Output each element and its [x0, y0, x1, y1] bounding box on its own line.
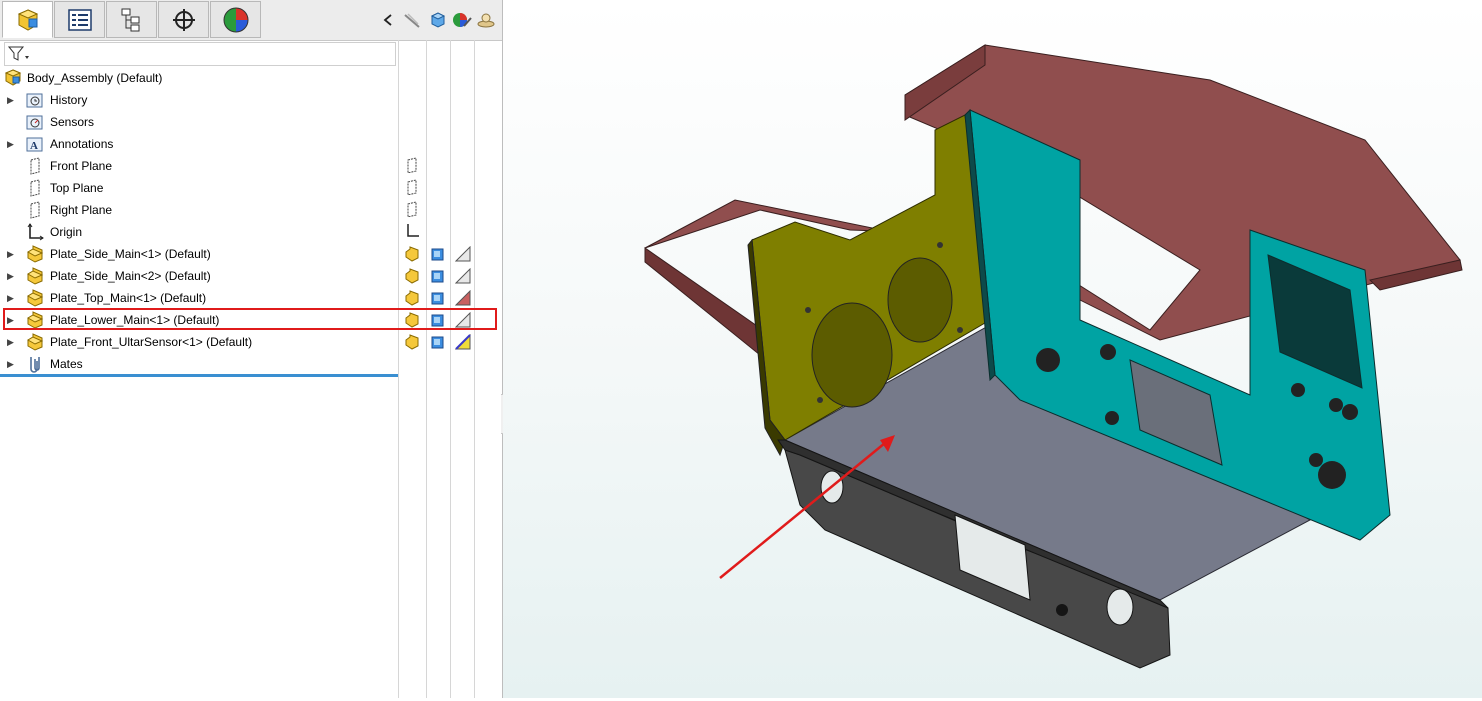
mates-icon [30, 357, 40, 373]
scene-icon[interactable] [476, 10, 496, 30]
expand-arrow-icon[interactable]: ▶ [7, 293, 17, 304]
graphics-viewport[interactable] [503, 0, 1482, 698]
part-icon [27, 333, 44, 351]
tree-item-top-plane[interactable]: Top Plane [0, 177, 398, 199]
display-state-icon[interactable] [430, 246, 446, 262]
expand-arrow-icon[interactable]: ▶ [7, 249, 17, 260]
tree-item-label: Right Plane [50, 203, 113, 217]
expand-arrow-icon[interactable]: ▶ [7, 337, 17, 348]
tree-item-label: Plate_Side_Main<2> (Default) [50, 269, 211, 283]
assembly-model[interactable] [503, 0, 1482, 698]
tree-item-label: Mates [50, 357, 83, 371]
display-state-icon[interactable] [430, 290, 446, 306]
tree-column-extra [474, 40, 503, 698]
part-visibility-icon[interactable] [404, 246, 420, 262]
collapse-chevron-icon[interactable] [378, 10, 398, 30]
part-icon [27, 245, 44, 263]
plane-visibility-icon[interactable] [404, 157, 420, 173]
tree-item-plate-front-ultarsensor-1[interactable]: ▶ Plate_Front_UltarSensor<1> (Default) [0, 331, 398, 353]
propertymanager-tab[interactable] [54, 1, 105, 38]
tree-item-label: History [50, 93, 88, 107]
display-manager-icon [223, 7, 248, 32]
tree-item-plate-top-main-1[interactable]: ▶ Plate_Top_Main<1> (Default) [0, 287, 398, 309]
featuremanager-tab[interactable] [2, 1, 53, 38]
origin-icon [27, 223, 44, 241]
tree-item-origin[interactable]: Origin [0, 221, 398, 243]
plane-visibility-icon[interactable] [404, 201, 420, 217]
configuration-manager-icon [121, 8, 139, 31]
tree-item-annotations[interactable]: ▶ A Annotations [0, 133, 398, 155]
display-state-icon[interactable] [430, 334, 446, 350]
part-icon [27, 289, 44, 307]
part-visibility-icon[interactable] [404, 268, 420, 284]
annotations-icon: A [26, 137, 43, 152]
tree-item-label: Plate_Side_Main<1> (Default) [50, 247, 211, 261]
appearance-swatch-icon[interactable] [455, 334, 471, 350]
expand-arrow-icon[interactable]: ▶ [7, 271, 17, 282]
appearance-icon[interactable] [452, 10, 472, 30]
tree-item-label: Front Plane [50, 159, 113, 173]
tree-item-front-plane[interactable]: Front Plane [0, 155, 398, 177]
tree-column-display [426, 40, 451, 698]
tree-root-label: Body_Assembly (Default) [27, 71, 163, 85]
tree-item-label: Origin [50, 225, 83, 239]
expand-arrow-icon[interactable]: ▶ [7, 139, 17, 150]
manager-tabs [0, 0, 502, 41]
tree-column-appearance [450, 40, 475, 698]
plane-icon [30, 179, 40, 197]
tree-item-label: Top Plane [50, 181, 104, 195]
dimxpert-icon [172, 8, 195, 31]
appearance-swatch-icon[interactable] [455, 246, 471, 262]
property-manager-icon [67, 8, 92, 31]
tree-end-marker [0, 374, 398, 377]
tree-column-visibility [398, 40, 426, 698]
tree-item-label: Sensors [50, 115, 95, 129]
plane-icon [30, 201, 40, 219]
display-manager-tab[interactable] [210, 1, 261, 38]
history-icon [26, 93, 43, 108]
tree-item-label: Plate_Top_Main<1> (Default) [50, 291, 207, 305]
tree-item-sensors[interactable]: Sensors [0, 111, 398, 133]
tree-item-label: Annotations [50, 137, 114, 151]
sensors-icon [26, 115, 43, 130]
tree-item-label: Plate_Front_UltarSensor<1> (Default) [50, 335, 253, 349]
hide-show-icon[interactable] [402, 10, 422, 30]
feature-manager-icon [17, 8, 38, 31]
filter-icon[interactable] [8, 46, 30, 62]
highlight-box [3, 308, 497, 330]
part-icon [27, 267, 44, 285]
appearance-swatch-icon[interactable] [455, 290, 471, 306]
tree-item-right-plane[interactable]: Right Plane [0, 199, 398, 221]
tree-root-assembly[interactable]: Body_Assembly (Default) [0, 67, 398, 89]
tree-item-plate-side-main-2[interactable]: ▶ Plate_Side_Main<2> (Default) [0, 265, 398, 287]
part-visibility-icon[interactable] [404, 290, 420, 306]
origin-visibility-icon[interactable] [404, 223, 420, 239]
tree-item-plate-side-main-1[interactable]: ▶ Plate_Side_Main<1> (Default) [0, 243, 398, 265]
plane-icon [30, 157, 40, 175]
tree-filter-input[interactable] [4, 42, 396, 66]
part-visibility-icon[interactable] [404, 334, 420, 350]
display-state-icon[interactable] [430, 268, 446, 284]
svg-text:A: A [30, 140, 38, 152]
assembly-icon [4, 69, 22, 86]
dimxpert-tab[interactable] [158, 1, 209, 38]
tree-item-history[interactable]: ▶ History [0, 89, 398, 111]
expand-arrow-icon[interactable]: ▶ [7, 95, 17, 106]
configurationmanager-tab[interactable] [106, 1, 157, 38]
plane-visibility-icon[interactable] [404, 179, 420, 195]
appearance-swatch-icon[interactable] [455, 268, 471, 284]
view-cube-icon[interactable] [428, 10, 448, 30]
expand-arrow-icon[interactable]: ▶ [7, 359, 17, 370]
tree-item-mates[interactable]: ▶ Mates [0, 353, 398, 375]
feature-manager-panel: Body_Assembly (Default) ▶ History Sensor… [0, 0, 503, 698]
